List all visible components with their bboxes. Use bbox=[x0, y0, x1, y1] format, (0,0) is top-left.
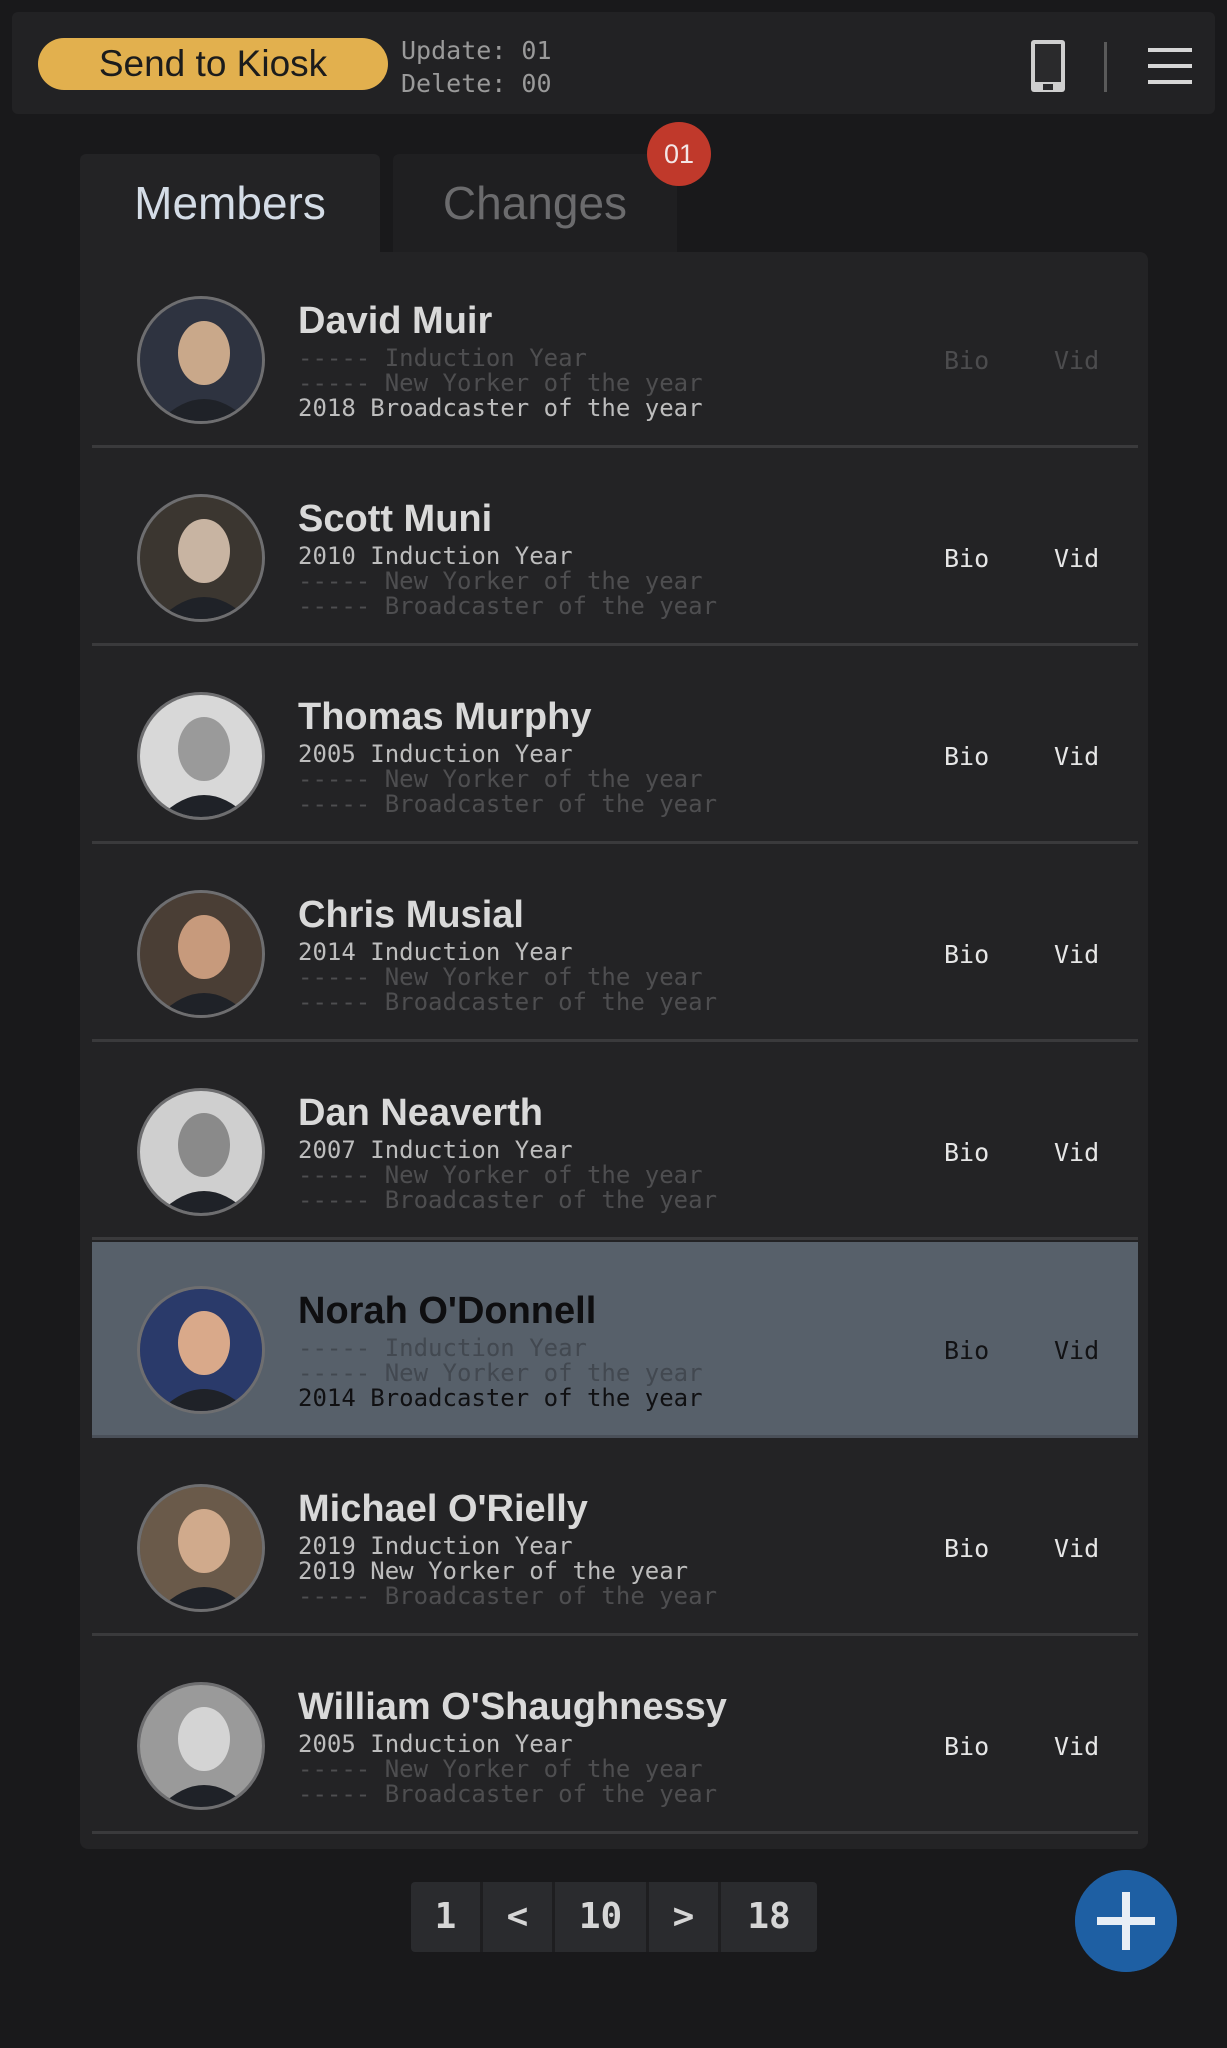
tab-members[interactable]: Members bbox=[80, 154, 380, 252]
vid-link[interactable]: Vid bbox=[1054, 346, 1099, 375]
avatar bbox=[137, 692, 265, 820]
avatar bbox=[137, 1484, 265, 1612]
page-next-button[interactable]: > bbox=[649, 1882, 721, 1952]
member-row[interactable]: William O'Shaughnessy 2005 Induction Year… bbox=[92, 1638, 1138, 1834]
honor-line: ----- Broadcaster of the year bbox=[298, 592, 718, 620]
honor-line: 2018 Broadcaster of the year bbox=[298, 394, 703, 422]
vid-link[interactable]: Vid bbox=[1054, 1732, 1099, 1761]
member-name: Scott Muni bbox=[298, 498, 493, 540]
honor-line: ----- Induction Year bbox=[298, 1334, 587, 1362]
member-honors: 2014 Induction Year ----- New Yorker of t… bbox=[298, 940, 717, 1015]
honor-line: ----- Broadcaster of the year bbox=[298, 988, 718, 1016]
bio-link[interactable]: Bio bbox=[944, 940, 989, 969]
member-row[interactable]: David Muir ----- Induction Year ----- New … bbox=[92, 252, 1138, 448]
honor-line: ----- New Yorker of the year bbox=[298, 567, 703, 595]
honor-line: ----- New Yorker of the year bbox=[298, 369, 703, 397]
bio-link[interactable]: Bio bbox=[944, 1336, 989, 1365]
member-honors: 2005 Induction Year ----- New Yorker of t… bbox=[298, 742, 717, 817]
honor-line: ----- Broadcaster of the year bbox=[298, 790, 718, 818]
page-prev-button[interactable]: < bbox=[483, 1882, 555, 1952]
avatar bbox=[137, 1088, 265, 1216]
member-row[interactable]: Michael O'Rielly 2019 Induction Year 2019 … bbox=[92, 1440, 1138, 1636]
members-list: David Muir ----- Induction Year ----- New … bbox=[80, 252, 1148, 1849]
member-honors: 2005 Induction Year ----- New Yorker of t… bbox=[298, 1732, 717, 1807]
member-name: Chris Musial bbox=[298, 894, 524, 936]
tab-changes[interactable]: Changes bbox=[393, 154, 677, 252]
toolbar-divider bbox=[1104, 42, 1107, 92]
member-row[interactable]: Thomas Murphy 2005 Induction Year ----- Ne… bbox=[92, 648, 1138, 844]
avatar bbox=[137, 296, 265, 424]
vid-link[interactable]: Vid bbox=[1054, 544, 1099, 573]
bio-link[interactable]: Bio bbox=[944, 1732, 989, 1761]
honor-line: ----- New Yorker of the year bbox=[298, 765, 703, 793]
honor-line: 2014 Induction Year bbox=[298, 938, 573, 966]
honor-line: ----- New Yorker of the year bbox=[298, 1755, 703, 1783]
honor-line: ----- Broadcaster of the year bbox=[298, 1780, 718, 1808]
honor-line: 2005 Induction Year bbox=[298, 740, 573, 768]
avatar bbox=[137, 1682, 265, 1810]
honor-line: ----- New Yorker of the year bbox=[298, 1359, 703, 1387]
honor-line: 2019 New Yorker of the year bbox=[298, 1557, 689, 1585]
honor-line: 2005 Induction Year bbox=[298, 1730, 573, 1758]
member-honors: ----- Induction Year ----- New Yorker of … bbox=[298, 1336, 703, 1411]
vid-link[interactable]: Vid bbox=[1054, 1336, 1099, 1365]
avatar bbox=[137, 494, 265, 622]
delete-count: Delete: 00 bbox=[401, 69, 552, 98]
honor-line: ----- Broadcaster of the year bbox=[298, 1186, 718, 1214]
honor-line: 2019 Induction Year bbox=[298, 1532, 573, 1560]
honor-line: ----- Broadcaster of the year bbox=[298, 1582, 718, 1610]
member-honors: 2007 Induction Year ----- New Yorker of t… bbox=[298, 1138, 717, 1213]
change-counts: Update: 01 Delete: 00 bbox=[401, 34, 552, 100]
update-count: Update: 01 bbox=[401, 36, 552, 65]
member-honors: ----- Induction Year ----- New Yorker of … bbox=[298, 346, 703, 421]
vid-link[interactable]: Vid bbox=[1054, 1138, 1099, 1167]
honor-line: ----- New Yorker of the year bbox=[298, 963, 703, 991]
honor-line: ----- Induction Year bbox=[298, 344, 587, 372]
honor-line: 2010 Induction Year bbox=[298, 542, 573, 570]
member-name: Michael O'Rielly bbox=[298, 1488, 588, 1530]
member-name: Thomas Murphy bbox=[298, 696, 592, 738]
bio-link[interactable]: Bio bbox=[944, 1138, 989, 1167]
member-honors: 2019 Induction Year 2019 New Yorker of th… bbox=[298, 1534, 717, 1609]
page-last-button[interactable]: 18 bbox=[721, 1882, 817, 1952]
member-row[interactable]: Norah O'Donnell ----- Induction Year -----… bbox=[92, 1242, 1138, 1438]
add-member-button[interactable] bbox=[1075, 1870, 1177, 1972]
bio-link[interactable]: Bio bbox=[944, 544, 989, 573]
hamburger-menu-icon[interactable] bbox=[1146, 40, 1194, 92]
tablet-icon[interactable] bbox=[1017, 36, 1077, 98]
page-current[interactable]: 10 bbox=[555, 1882, 649, 1952]
page-first-button[interactable]: 1 bbox=[411, 1882, 483, 1952]
member-name: William O'Shaughnessy bbox=[298, 1686, 727, 1728]
bio-link[interactable]: Bio bbox=[944, 346, 989, 375]
honor-line: 2007 Induction Year bbox=[298, 1136, 573, 1164]
vid-link[interactable]: Vid bbox=[1054, 742, 1099, 771]
avatar bbox=[137, 1286, 265, 1414]
vid-link[interactable]: Vid bbox=[1054, 940, 1099, 969]
member-name: Dan Neaverth bbox=[298, 1092, 543, 1134]
top-bar: Send to Kiosk Update: 01 Delete: 00 bbox=[12, 12, 1215, 114]
honor-line: 2014 Broadcaster of the year bbox=[298, 1384, 703, 1412]
member-honors: 2010 Induction Year ----- New Yorker of t… bbox=[298, 544, 717, 619]
honor-line: ----- New Yorker of the year bbox=[298, 1161, 703, 1189]
avatar bbox=[137, 890, 265, 1018]
pagination: 1 < 10 > 18 bbox=[411, 1882, 817, 1952]
bio-link[interactable]: Bio bbox=[944, 742, 989, 771]
vid-link[interactable]: Vid bbox=[1054, 1534, 1099, 1563]
send-to-kiosk-button[interactable]: Send to Kiosk bbox=[38, 38, 388, 90]
member-name: Norah O'Donnell bbox=[298, 1290, 597, 1332]
bio-link[interactable]: Bio bbox=[944, 1534, 989, 1563]
changes-count-badge: 01 bbox=[647, 122, 711, 186]
member-row[interactable]: Dan Neaverth 2007 Induction Year ----- New… bbox=[92, 1044, 1138, 1240]
member-row[interactable]: Chris Musial 2014 Induction Year ----- New… bbox=[92, 846, 1138, 1042]
member-name: David Muir bbox=[298, 300, 493, 342]
member-row[interactable]: Scott Muni 2010 Induction Year ----- New Y… bbox=[92, 450, 1138, 646]
